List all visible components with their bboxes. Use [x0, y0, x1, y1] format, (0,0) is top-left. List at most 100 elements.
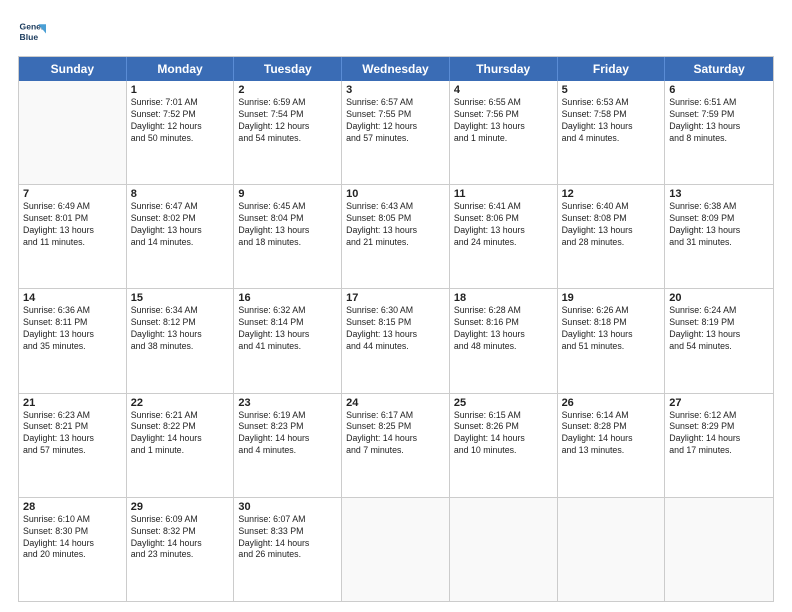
- day-number: 7: [23, 188, 122, 200]
- calendar-cell: 27Sunrise: 6:12 AM Sunset: 8:29 PM Dayli…: [665, 394, 773, 497]
- calendar-cell: 8Sunrise: 6:47 AM Sunset: 8:02 PM Daylig…: [127, 185, 235, 288]
- day-info: Sunrise: 6:59 AM Sunset: 7:54 PM Dayligh…: [238, 97, 337, 145]
- calendar-cell: 11Sunrise: 6:41 AM Sunset: 8:06 PM Dayli…: [450, 185, 558, 288]
- day-number: 6: [669, 84, 769, 96]
- day-info: Sunrise: 6:51 AM Sunset: 7:59 PM Dayligh…: [669, 97, 769, 145]
- day-number: 15: [131, 292, 230, 304]
- day-number: 19: [562, 292, 661, 304]
- calendar-cell: 21Sunrise: 6:23 AM Sunset: 8:21 PM Dayli…: [19, 394, 127, 497]
- calendar-cell: [450, 498, 558, 601]
- day-info: Sunrise: 6:40 AM Sunset: 8:08 PM Dayligh…: [562, 201, 661, 249]
- day-number: 8: [131, 188, 230, 200]
- day-header-tuesday: Tuesday: [234, 57, 342, 81]
- day-info: Sunrise: 6:49 AM Sunset: 8:01 PM Dayligh…: [23, 201, 122, 249]
- day-header-friday: Friday: [558, 57, 666, 81]
- day-header-monday: Monday: [127, 57, 235, 81]
- day-number: 17: [346, 292, 445, 304]
- day-info: Sunrise: 6:28 AM Sunset: 8:16 PM Dayligh…: [454, 305, 553, 353]
- day-number: 12: [562, 188, 661, 200]
- day-info: Sunrise: 6:47 AM Sunset: 8:02 PM Dayligh…: [131, 201, 230, 249]
- day-number: 10: [346, 188, 445, 200]
- day-number: 28: [23, 501, 122, 513]
- day-info: Sunrise: 7:01 AM Sunset: 7:52 PM Dayligh…: [131, 97, 230, 145]
- day-info: Sunrise: 6:07 AM Sunset: 8:33 PM Dayligh…: [238, 514, 337, 562]
- day-info: Sunrise: 6:21 AM Sunset: 8:22 PM Dayligh…: [131, 410, 230, 458]
- day-info: Sunrise: 6:32 AM Sunset: 8:14 PM Dayligh…: [238, 305, 337, 353]
- calendar-cell: 2Sunrise: 6:59 AM Sunset: 7:54 PM Daylig…: [234, 81, 342, 184]
- day-info: Sunrise: 6:17 AM Sunset: 8:25 PM Dayligh…: [346, 410, 445, 458]
- day-number: 27: [669, 397, 769, 409]
- page: General Blue SundayMondayTuesdayWednesda…: [0, 0, 792, 612]
- day-info: Sunrise: 6:41 AM Sunset: 8:06 PM Dayligh…: [454, 201, 553, 249]
- calendar-cell: 13Sunrise: 6:38 AM Sunset: 8:09 PM Dayli…: [665, 185, 773, 288]
- day-info: Sunrise: 6:09 AM Sunset: 8:32 PM Dayligh…: [131, 514, 230, 562]
- header: General Blue: [18, 18, 774, 46]
- day-number: 11: [454, 188, 553, 200]
- calendar-cell: 25Sunrise: 6:15 AM Sunset: 8:26 PM Dayli…: [450, 394, 558, 497]
- calendar-cell: 1Sunrise: 7:01 AM Sunset: 7:52 PM Daylig…: [127, 81, 235, 184]
- day-number: 29: [131, 501, 230, 513]
- day-info: Sunrise: 6:43 AM Sunset: 8:05 PM Dayligh…: [346, 201, 445, 249]
- day-number: 23: [238, 397, 337, 409]
- day-info: Sunrise: 6:57 AM Sunset: 7:55 PM Dayligh…: [346, 97, 445, 145]
- calendar-row-0: 1Sunrise: 7:01 AM Sunset: 7:52 PM Daylig…: [19, 81, 773, 185]
- day-info: Sunrise: 6:19 AM Sunset: 8:23 PM Dayligh…: [238, 410, 337, 458]
- day-number: 4: [454, 84, 553, 96]
- calendar-row-1: 7Sunrise: 6:49 AM Sunset: 8:01 PM Daylig…: [19, 185, 773, 289]
- calendar-cell: 29Sunrise: 6:09 AM Sunset: 8:32 PM Dayli…: [127, 498, 235, 601]
- calendar-cell: 23Sunrise: 6:19 AM Sunset: 8:23 PM Dayli…: [234, 394, 342, 497]
- calendar-cell: 15Sunrise: 6:34 AM Sunset: 8:12 PM Dayli…: [127, 289, 235, 392]
- day-info: Sunrise: 6:14 AM Sunset: 8:28 PM Dayligh…: [562, 410, 661, 458]
- day-info: Sunrise: 6:12 AM Sunset: 8:29 PM Dayligh…: [669, 410, 769, 458]
- day-number: 26: [562, 397, 661, 409]
- calendar-header: SundayMondayTuesdayWednesdayThursdayFrid…: [19, 57, 773, 81]
- calendar-cell: 30Sunrise: 6:07 AM Sunset: 8:33 PM Dayli…: [234, 498, 342, 601]
- calendar-cell: 26Sunrise: 6:14 AM Sunset: 8:28 PM Dayli…: [558, 394, 666, 497]
- day-info: Sunrise: 6:30 AM Sunset: 8:15 PM Dayligh…: [346, 305, 445, 353]
- calendar-cell: [558, 498, 666, 601]
- day-info: Sunrise: 6:38 AM Sunset: 8:09 PM Dayligh…: [669, 201, 769, 249]
- calendar-row-2: 14Sunrise: 6:36 AM Sunset: 8:11 PM Dayli…: [19, 289, 773, 393]
- day-header-thursday: Thursday: [450, 57, 558, 81]
- calendar-cell: 6Sunrise: 6:51 AM Sunset: 7:59 PM Daylig…: [665, 81, 773, 184]
- day-number: 14: [23, 292, 122, 304]
- calendar-cell: 3Sunrise: 6:57 AM Sunset: 7:55 PM Daylig…: [342, 81, 450, 184]
- day-number: 9: [238, 188, 337, 200]
- day-number: 3: [346, 84, 445, 96]
- calendar-cell: 16Sunrise: 6:32 AM Sunset: 8:14 PM Dayli…: [234, 289, 342, 392]
- day-info: Sunrise: 6:55 AM Sunset: 7:56 PM Dayligh…: [454, 97, 553, 145]
- day-number: 20: [669, 292, 769, 304]
- day-number: 1: [131, 84, 230, 96]
- day-number: 5: [562, 84, 661, 96]
- calendar-cell: 5Sunrise: 6:53 AM Sunset: 7:58 PM Daylig…: [558, 81, 666, 184]
- day-number: 22: [131, 397, 230, 409]
- day-number: 16: [238, 292, 337, 304]
- calendar-cell: 28Sunrise: 6:10 AM Sunset: 8:30 PM Dayli…: [19, 498, 127, 601]
- calendar-cell: 18Sunrise: 6:28 AM Sunset: 8:16 PM Dayli…: [450, 289, 558, 392]
- day-info: Sunrise: 6:36 AM Sunset: 8:11 PM Dayligh…: [23, 305, 122, 353]
- calendar-cell: 22Sunrise: 6:21 AM Sunset: 8:22 PM Dayli…: [127, 394, 235, 497]
- day-info: Sunrise: 6:15 AM Sunset: 8:26 PM Dayligh…: [454, 410, 553, 458]
- day-header-wednesday: Wednesday: [342, 57, 450, 81]
- logo: General Blue: [18, 18, 50, 46]
- calendar-cell: 14Sunrise: 6:36 AM Sunset: 8:11 PM Dayli…: [19, 289, 127, 392]
- calendar-cell: 4Sunrise: 6:55 AM Sunset: 7:56 PM Daylig…: [450, 81, 558, 184]
- calendar-cell: 17Sunrise: 6:30 AM Sunset: 8:15 PM Dayli…: [342, 289, 450, 392]
- calendar-row-4: 28Sunrise: 6:10 AM Sunset: 8:30 PM Dayli…: [19, 498, 773, 601]
- calendar-cell: 20Sunrise: 6:24 AM Sunset: 8:19 PM Dayli…: [665, 289, 773, 392]
- day-info: Sunrise: 6:53 AM Sunset: 7:58 PM Dayligh…: [562, 97, 661, 145]
- calendar-cell: 12Sunrise: 6:40 AM Sunset: 8:08 PM Dayli…: [558, 185, 666, 288]
- calendar-cell: 10Sunrise: 6:43 AM Sunset: 8:05 PM Dayli…: [342, 185, 450, 288]
- calendar-row-3: 21Sunrise: 6:23 AM Sunset: 8:21 PM Dayli…: [19, 394, 773, 498]
- day-info: Sunrise: 6:23 AM Sunset: 8:21 PM Dayligh…: [23, 410, 122, 458]
- logo-icon: General Blue: [18, 18, 46, 46]
- day-number: 25: [454, 397, 553, 409]
- day-number: 30: [238, 501, 337, 513]
- day-number: 21: [23, 397, 122, 409]
- calendar-body: 1Sunrise: 7:01 AM Sunset: 7:52 PM Daylig…: [19, 81, 773, 601]
- calendar-cell: 19Sunrise: 6:26 AM Sunset: 8:18 PM Dayli…: [558, 289, 666, 392]
- day-number: 18: [454, 292, 553, 304]
- calendar-cell: [342, 498, 450, 601]
- svg-text:Blue: Blue: [20, 32, 39, 42]
- day-info: Sunrise: 6:10 AM Sunset: 8:30 PM Dayligh…: [23, 514, 122, 562]
